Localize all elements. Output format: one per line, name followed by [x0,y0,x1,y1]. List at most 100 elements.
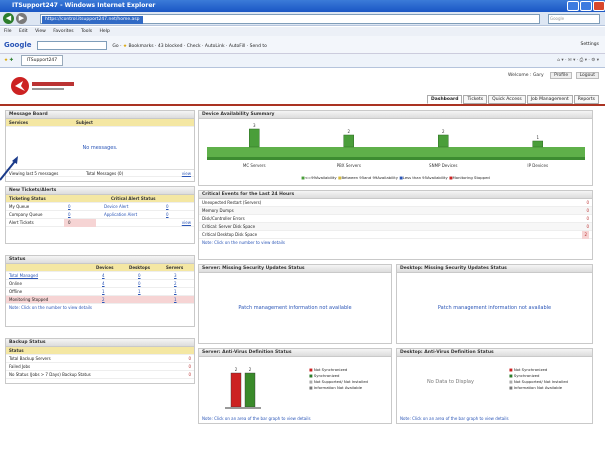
tab-job-management[interactable]: Job Management [526,95,573,104]
cell[interactable]: 1 [174,288,177,296]
forward-icon[interactable]: ▶ [16,13,27,24]
cell[interactable]: 2 [582,231,589,239]
cell[interactable]: 0 [586,207,589,215]
row-label: Unexpected Restart (Servers) [202,200,262,205]
tickets-row-my-queue: My Queue 0 Device Alert 0 [6,203,194,211]
no-data-text: No Data to Display [427,379,474,385]
no-messages-text: No messages. [82,145,118,151]
tab-dashboard[interactable]: Dashboard [427,95,463,104]
cell[interactable]: 4 [102,272,105,280]
pointer-arrow-icon [0,156,18,181]
availability-chart: 3 MC Servers 2 PBX Servers 2 SNMP Devices 1 IP … [207,123,585,168]
popup-blocker[interactable]: 43 blocked [158,44,183,49]
search-input[interactable]: Google [548,14,600,24]
cell[interactable]: 0 [188,355,191,363]
menu-tools[interactable]: Tools [81,29,92,34]
app-alert-count[interactable]: 0 [166,211,169,219]
row-label: No Status (Jobs > 7 Days) Backup Status [9,372,91,377]
legend-item: Information Not Available [313,385,363,390]
device-alert-count[interactable]: 0 [166,203,169,211]
server-av-note: Note: Click on an area of the bar graph … [202,416,311,421]
browser-tab[interactable]: ITSupport247 [20,55,64,66]
chart-bar [438,134,449,148]
desktop-patch-message: Patch management information not availab… [437,305,552,311]
close-button[interactable] [593,1,605,11]
panel-title: Backup Status [6,339,194,347]
profile-button[interactable]: Profile [550,72,573,79]
row-label: Critical: Server Disk Space [202,224,256,229]
chart-bar [249,128,260,148]
page-tools-icon[interactable]: ⌂ ▾ · ✉ ▾ · ⎙ ▾ · ⚙ ▾ [557,54,599,68]
panel-title: Server: Missing Security Updates Status [199,265,391,273]
google-search-input[interactable] [36,41,107,50]
panel-title: Device Availability Summary [199,111,592,119]
menu-view[interactable]: View [35,29,46,34]
cell[interactable]: 0 [188,363,191,371]
address-bar: ◀ ▶ https://control.itsupport247.net/hom… [0,12,605,26]
google-go-button[interactable]: Go [112,44,118,49]
cell[interactable]: 0 [586,199,589,207]
tab-tickets[interactable]: Tickets [463,95,488,104]
cell[interactable]: 3 [174,272,177,280]
status-row-monitoring-stopped: Monitoring Stopped 2 1 [6,296,194,304]
menu-edit[interactable]: Edit [19,29,28,34]
tab-reports[interactable]: Reports [573,95,599,104]
cell[interactable]: 4 [102,280,105,288]
view-tickets-link[interactable]: view [182,219,191,227]
back-icon[interactable]: ◀ [3,13,14,24]
cell[interactable]: 0 [138,280,141,288]
col-devices: Devices [96,265,114,270]
autofill-button[interactable]: AutoFill [229,44,245,49]
cell[interactable]: 0 [188,371,191,379]
favorites-star-icon[interactable]: ★ [4,58,8,63]
logout-button[interactable]: Logout [575,72,599,79]
menu-help[interactable]: Help [100,29,110,34]
av-bar [244,372,256,408]
row-label[interactable]: Total Managed [9,273,38,278]
status-panel: Status Devices Desktops Servers Total Mana… [5,255,195,327]
maximize-button[interactable] [580,1,592,11]
panel-title: Status [6,256,194,264]
tab-quick-access[interactable]: Quick Access [488,95,526,104]
sendto-button[interactable]: Send to [250,44,267,49]
cell[interactable]: 2 [174,280,177,288]
server-av-panel: Server: Anti-Virus Definition Status 22 … [198,348,392,424]
cell[interactable]: 1 [102,288,105,296]
settings-button[interactable]: Settings [581,36,599,54]
desktop-patch-panel: Desktop: Missing Security Updates Status… [396,264,593,344]
menu-file[interactable]: File [4,29,12,34]
cell[interactable]: 1 [138,288,141,296]
alert-tickets-count[interactable]: 0 [64,219,96,227]
backup-row: No Status (Jobs > 7 Days) Backup Status 0 [6,371,194,379]
chart-baseline-shadow [207,157,585,160]
autolink-button[interactable]: AutoLink [205,44,225,49]
google-logo: Google [4,41,32,49]
my-queue-count[interactable]: 0 [68,203,71,211]
panel-title: Message Board [6,111,194,119]
col-servers: Servers [166,265,184,270]
view-messages-link[interactable]: view [182,170,191,178]
favorites-bar: ★ ✚ ITSupport247 ⌂ ▾ · ✉ ▾ · ⎙ ▾ · ⚙ ▾ [0,54,605,68]
critical-row: Memory Dumps 0 [199,207,592,215]
critical-row: Disk/Controller Errors 0 [199,215,592,223]
cell[interactable]: 0 [586,215,589,223]
main-tabs: Dashboard Tickets Quick Access Job Manageme… [426,95,599,104]
tickets-row-alert: Alert Tickets 0 view [6,219,194,227]
cell[interactable]: 1 [174,296,177,304]
col-desktops: Desktops [129,265,150,270]
welcome-text: Welcome : Gary [507,73,544,78]
add-favorites-icon[interactable]: ✚ [9,58,13,63]
server-av-legend: ■ Not Synchronized ■ Synchronized ■ Not … [309,367,368,390]
menu-favorites[interactable]: Favorites [53,29,73,34]
google-toolbar: Google Go · ★ Bookmarks · 43 blocked · C… [0,36,605,54]
company-queue-count[interactable]: 0 [68,211,71,219]
bookmarks-button[interactable]: Bookmarks [128,44,153,49]
minimize-button[interactable] [567,1,579,11]
cell[interactable]: 0 [586,223,589,231]
url-input[interactable]: https://control.itsupport247.net/home.as… [40,14,540,24]
cell[interactable]: 0 [138,272,141,280]
check-button[interactable]: Check [187,44,201,49]
cell[interactable]: 2 [102,296,105,304]
chart-value-label: 1 [536,135,539,140]
app-alert-label: Application Alert [104,212,138,217]
